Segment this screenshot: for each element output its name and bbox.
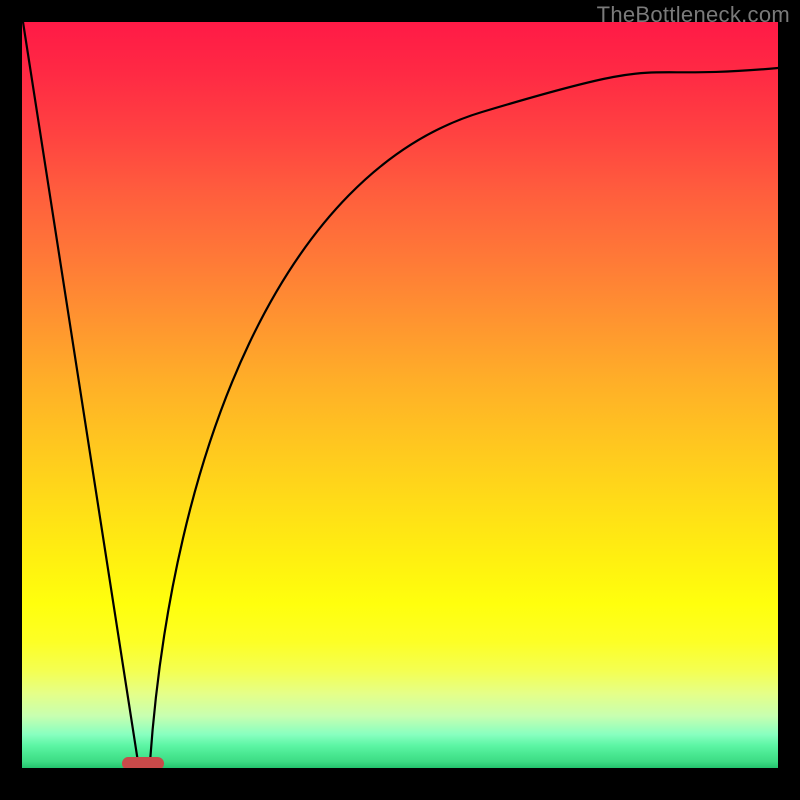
curve-left bbox=[23, 22, 138, 762]
optimal-marker bbox=[122, 757, 164, 768]
bottleneck-curve bbox=[22, 22, 778, 768]
plot-area bbox=[22, 22, 778, 768]
chart-frame bbox=[22, 22, 778, 778]
curve-right bbox=[150, 68, 778, 762]
